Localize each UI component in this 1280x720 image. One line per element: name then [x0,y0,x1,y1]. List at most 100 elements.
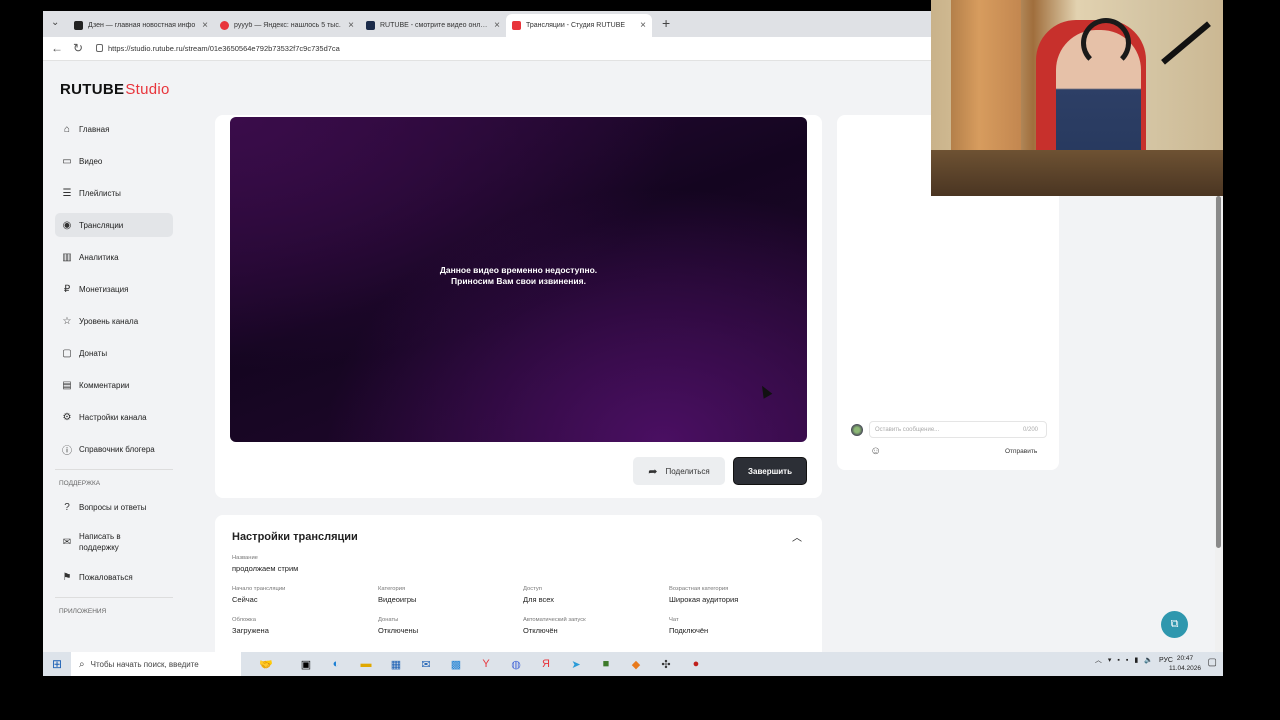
url-text: https://studio.rutube.ru/stream/01e36505… [108,44,340,53]
rutube-studio-logo[interactable]: RUTUBEStudio [60,81,170,98]
wallet-icon: ▢ [62,347,72,359]
video-player[interactable]: Данное видео временно недоступно. Принос… [230,117,807,442]
store-icon[interactable]: ▦ [381,652,411,676]
app-icon[interactable]: ◆ [621,652,651,676]
comment-icon: ▤ [62,379,72,391]
browser-tab[interactable]: Дзен — главная новостная инфо × [68,14,214,37]
edge-icon[interactable]: ◐ [321,652,351,676]
emoji-icon[interactable]: ☺ [870,445,881,457]
sidebar-item-faq[interactable]: ? Вопросы и ответы [55,495,173,519]
explorer-icon[interactable]: ▬ [351,652,381,676]
close-tab-icon[interactable]: × [348,20,354,31]
task-view-icon[interactable]: ▣ [291,652,321,676]
app-icon[interactable]: ✣ [651,652,681,676]
new-tab-plus-icon[interactable]: + [662,15,670,31]
tab-list-chevron-icon[interactable]: ⌄ [51,17,59,28]
volume-icon[interactable]: 🔈 [1144,656,1153,664]
sidebar-item-playlists[interactable]: ☰ Плейлисты [55,181,173,205]
broadcast-icon: ◉ [62,219,72,231]
sidebar-item-blogger-guide[interactable]: ⓘ Справочник блогера [55,437,173,461]
lock-icon [96,44,103,52]
field-name: Название продолжаем стрим [232,555,299,573]
unavailable-message: Данное видео временно недоступно. Принос… [439,265,598,286]
tray-app-icon[interactable]: ▾ [1108,656,1112,664]
telegram-icon[interactable]: ➤ [561,652,591,676]
battery-icon[interactable]: ▮ [1134,656,1138,664]
chat-char-counter: 0/200 [1023,427,1039,433]
info-icon: ⓘ [62,445,72,457]
star-icon: ☆ [62,315,72,327]
sidebar-item-analytics[interactable]: ▥ Аналитика [55,245,173,269]
sidebar-item-channel-settings[interactable]: ⚙ Настройки канала [55,405,173,429]
support-heading: ПОДДЕРЖКА [59,480,101,487]
sidebar-item-broadcasts[interactable]: ◉ Трансляции [55,213,173,237]
close-tab-icon[interactable]: × [202,20,208,31]
yandex-browser-icon[interactable]: Y [471,652,501,676]
browser-tab-active[interactable]: Трансляции - Студия RUTUBE × [506,14,652,37]
avatar [851,424,863,436]
reload-icon[interactable]: ↻ [73,41,83,55]
sidebar-item-comments[interactable]: ▤ Комментарии [55,373,173,397]
stream-player-card: Данное видео временно недоступно. Принос… [215,115,822,498]
rutube-favicon-icon [366,21,375,30]
app-icon[interactable]: ◍ [501,652,531,676]
field-category: Категория Видеоигры [378,586,417,604]
video-icon: ▭ [62,155,72,167]
minecraft-icon[interactable]: ■ [591,652,621,676]
field-cover: Обложка Загружена [232,617,269,635]
analytics-icon: ▥ [62,251,72,263]
send-button[interactable]: Отправить [1005,448,1037,455]
playlist-icon: ☰ [62,187,72,199]
share-button[interactable]: ➦ Поделиться [633,457,725,485]
sidebar-item-report[interactable]: ⚑ Пожаловаться [55,565,173,589]
webcam-desk [931,150,1223,196]
field-autostart: Автоматический запуск Отключён [523,617,586,635]
sidebar-item-donations[interactable]: ▢ Донаты [55,341,173,365]
apps-heading: ПРИЛОЖЕНИЯ [59,608,107,615]
sidebar: ⌂ Главная ▭ Видео ☰ Плейлисты ◉ Трансляц… [55,117,173,623]
share-icon: ➦ [648,465,658,478]
browser-tab[interactable]: руууб — Яндекс: нашлось 5 тыс. × [214,14,360,37]
mail-icon: ✉ [62,536,72,548]
search-highlight-icon[interactable]: 🤝 [241,652,291,676]
url-field[interactable]: https://studio.rutube.ru/stream/01e36505… [93,40,931,57]
chat-message-input[interactable]: Оставить сообщение... [869,421,1047,438]
question-icon: ? [64,501,70,513]
home-icon: ⌂ [63,123,71,135]
scrollbar-thumb[interactable] [1216,196,1221,548]
tray-app-icon[interactable]: ▪ [1126,657,1128,664]
back-arrow-icon[interactable]: ← [51,41,63,55]
windows-start-icon[interactable]: ⊞ [43,657,71,671]
flag-icon: ⚑ [62,571,72,583]
browser-tab[interactable]: RUTUBE - смотрите видео онлайн × [360,14,506,37]
sidebar-item-monetization[interactable]: ₽ Монетизация [55,277,173,301]
sidebar-item-home[interactable]: ⌂ Главная [55,117,173,141]
rutube-studio-favicon-icon [512,21,521,30]
sidebar-item-channel-level[interactable]: ☆ Уровень канала [55,309,173,333]
search-icon: ⌕ [79,658,85,670]
sidebar-item-video[interactable]: ▭ Видео [55,149,173,173]
chevron-up-icon[interactable]: ︿ [792,529,802,544]
obs-icon[interactable]: ● [681,652,711,676]
sidebar-divider [55,597,173,598]
mail-app-icon[interactable]: ✉ [411,652,441,676]
finish-stream-button[interactable]: Завершить [733,457,807,485]
clock[interactable]: 20:47 11.04.2026 [1169,654,1201,674]
copy-icon: ⧉ [1170,618,1179,630]
close-tab-icon[interactable]: × [640,20,646,31]
sidebar-divider [55,469,173,470]
copy-link-button[interactable]: ⧉ [1161,611,1188,638]
taskbar-search[interactable]: ⌕ Чтобы начать поиск, введите [71,652,241,676]
field-chat: Чат Подключён [669,617,709,635]
yandex-favicon-icon [220,21,229,30]
microphone-arm [1161,21,1211,65]
headset-icon [1081,18,1131,68]
tray-app-icon[interactable]: ▪ [1117,657,1119,664]
close-tab-icon[interactable]: × [494,20,500,31]
webcam-overlay [931,0,1223,196]
yandex-icon[interactable]: Я [531,652,561,676]
tray-chevron-icon[interactable]: ︿ [1095,655,1102,665]
sidebar-item-contact-support[interactable]: ✉ Написать в поддержку [55,527,173,557]
app-icon[interactable]: ▩ [441,652,471,676]
notifications-icon[interactable]: ▢ [1208,657,1217,668]
